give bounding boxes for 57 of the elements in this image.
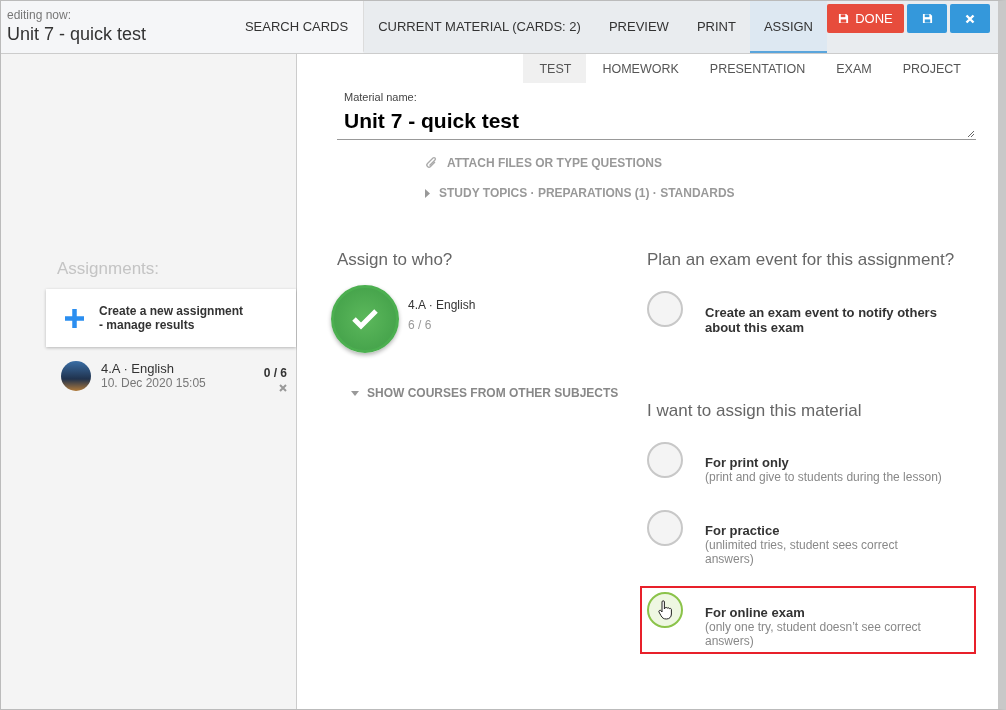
close-button[interactable] <box>950 4 990 33</box>
nav-tab[interactable]: PRINT <box>682 1 750 53</box>
option-row[interactable]: For print only (print and give to students during the lesson) <box>640 436 976 490</box>
field-label: Material name: <box>344 91 418 103</box>
expand-arrow-icon <box>425 188 430 198</box>
document-title: Unit 7 - quick test <box>7 24 148 45</box>
save-button[interactable] <box>907 4 947 33</box>
option-title: For print only <box>705 455 790 470</box>
show-courses-link[interactable]: SHOW COURSES FROM OTHER SUBJECTS <box>351 386 647 400</box>
course-count: 6 / 6 <box>408 318 433 332</box>
create-assignment-text: Create a new assignment <box>99 304 244 318</box>
highlighted-option[interactable]: For online exam (only one try, student doesn’t see correct answers) <box>640 586 976 654</box>
resize-grip-icon[interactable] <box>967 130 975 138</box>
section-heading: Assign to who? <box>337 250 454 270</box>
option-row[interactable]: Create an exam event to notify others about this exam <box>640 285 976 341</box>
save-icon <box>838 13 850 24</box>
radio-button[interactable] <box>647 291 683 327</box>
option-description: (only one try, student doesn’t see correct answers) <box>705 620 922 648</box>
nav-tab[interactable]: CURRENT MATERIAL (CARDS: 2) <box>364 1 595 53</box>
option-description: (print and give to students during the lesson) <box>705 470 943 484</box>
option-title: For practice <box>705 523 781 538</box>
result-count: 0 / 6 <box>263 366 287 380</box>
nav-tab[interactable]: ASSIGN <box>749 1 827 53</box>
option-description: (unlimited tries, student sees correct answers) <box>705 538 899 566</box>
section-heading: I want to assign this material <box>647 401 863 421</box>
hand-pointer-icon <box>658 600 672 620</box>
editing-caption: editing now: <box>7 8 73 22</box>
material-type-tab[interactable]: EXAM <box>820 54 887 83</box>
paperclip-icon <box>425 156 438 170</box>
done-button[interactable]: DONE <box>827 4 904 33</box>
close-icon <box>965 13 975 24</box>
radio-button[interactable] <box>647 592 683 628</box>
radio-button[interactable] <box>647 442 683 478</box>
caret-icon <box>351 390 359 396</box>
material-name-field[interactable]: Unit 7 - quick test <box>337 103 976 140</box>
delete-icon[interactable] <box>279 384 287 392</box>
nav-tab[interactable]: PREVIEW <box>594 1 683 53</box>
material-type-tab[interactable]: PRESENTATION <box>693 54 821 83</box>
assignment-title[interactable]: 4.A · English <box>101 361 206 376</box>
option-title: Create an exam event to notify others about this exam <box>705 305 938 335</box>
course-image <box>61 361 91 391</box>
material-type-tab[interactable]: PROJECT <box>886 54 976 83</box>
create-assignment-card[interactable]: Create a new assignment - manage results <box>46 289 296 347</box>
section-heading: Plan an exam event for this assignment? <box>647 250 956 270</box>
check-icon <box>351 308 379 330</box>
radio-button[interactable] <box>647 510 683 546</box>
option-title: For online exam <box>705 605 806 620</box>
nav-tab[interactable]: SEARCH CARDS <box>228 1 365 53</box>
course-selector[interactable] <box>331 285 399 353</box>
material-type-tab[interactable]: HOMEWORK <box>586 54 694 83</box>
material-type-tab[interactable]: TEST <box>523 54 587 83</box>
option-row[interactable]: For practice (unlimited tries, student sees correct answers) <box>640 504 976 572</box>
assignment-date: 10. Dec 2020 15:05 <box>101 376 206 390</box>
manage-results-text: - manage results <box>99 318 196 332</box>
plus-icon <box>64 307 85 329</box>
course-name: 4.A · English <box>408 298 476 312</box>
save-icon <box>921 13 933 24</box>
